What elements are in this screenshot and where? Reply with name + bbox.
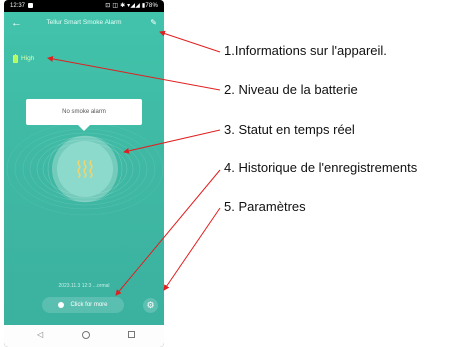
annotation-realtime-status: 3. Statut en temps réel [224,122,355,137]
battery-icon [13,54,18,63]
smoke-icon [77,160,93,178]
phone-frame: 12:37 ⊡ ◫ ✱ ▾◢◢ ▮78% ← Tellur Smart Smok… [4,0,164,347]
annotation-device-info: 1.Informations sur l'appareil. [224,43,387,58]
notification-icon [28,3,33,8]
android-nav-bar: ◁ [4,325,164,347]
latest-record-text: 2023.11.3 12:3 ...ormal [58,283,110,289]
click-for-more-label: Click for more [70,302,108,308]
edit-icon[interactable]: ✎ [150,18,157,27]
app-bar: ← Tellur Smart Smoke Alarm ✎ [4,12,164,36]
status-icons: ⊡ ◫ ✱ ▾◢◢ ▮78% [105,3,158,9]
settings-button[interactable]: ⚙ [143,298,158,313]
click-for-more-button[interactable]: Click for more [42,297,124,313]
nav-recent-icon[interactable] [128,331,135,338]
device-title: Tellur Smart Smoke Alarm [46,19,122,26]
status-time: 12:37 [10,3,26,9]
gear-icon: ⚙ [146,300,155,310]
annotation-settings: 5. Paramètres [224,199,306,214]
app-screen: ← Tellur Smart Smoke Alarm ✎ High No smo… [4,12,164,325]
status-bubble: No smoke alarm [26,99,142,131]
nav-back-icon[interactable]: ◁ [37,330,43,339]
battery-level-label: High [21,55,35,62]
annotation-history: 4. Historique de l'enregistrements [224,160,418,175]
nav-home-icon[interactable] [82,331,90,339]
status-bar: 12:37 ⊡ ◫ ✱ ▾◢◢ ▮78% [4,0,164,12]
annotation-battery-level: 2. Niveau de la batterie [224,82,358,97]
info-icon [58,302,65,308]
